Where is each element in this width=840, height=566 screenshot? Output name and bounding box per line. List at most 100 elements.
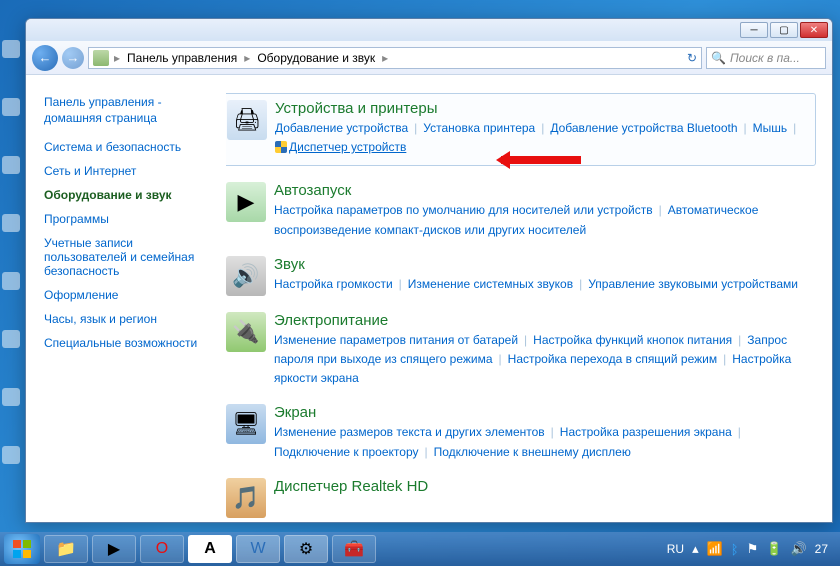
taskbar: 📁 ▶ O A W ⚙ 🧰 RU ▴ 📶 ᛒ ⚑ 🔋 🔊 27	[0, 532, 840, 566]
category-link[interactable]: Настройка перехода в спящий режим	[508, 352, 717, 366]
category: 🖥 Экран Изменение размеров текста и других…	[226, 404, 816, 461]
chevron-right-icon: ▸	[379, 51, 391, 65]
chevron-up-icon[interactable]: ▴	[692, 541, 699, 557]
category: ▶ Автозапуск Настройка параметров по умолч…	[226, 182, 816, 239]
battery-icon[interactable]: 🔋	[766, 541, 782, 557]
taskbar-mediaplayer[interactable]: ▶	[92, 535, 136, 563]
desktop-icon[interactable]	[2, 214, 20, 232]
category-link[interactable]: Управление звуковыми устройствами	[588, 277, 798, 291]
sidebar-item[interactable]: Система и безопасность	[44, 140, 216, 154]
category-link[interactable]: Настройка параметров по умолчанию для но…	[274, 203, 653, 217]
category-link[interactable]: Добавление устройства	[275, 121, 408, 135]
category-icon: 🖥	[226, 404, 266, 444]
lang-indicator[interactable]: RU	[667, 542, 684, 556]
taskbar-opera[interactable]: O	[140, 535, 184, 563]
sidebar-item[interactable]: Часы, язык и регион	[44, 312, 216, 326]
desktop-icon[interactable]	[2, 156, 20, 174]
category: 🔊ЗвукНастройка громкости|Изменение систе…	[226, 256, 816, 296]
category-links: Настройка параметров по умолчанию для но…	[274, 201, 816, 239]
tray-clock[interactable]: 27	[815, 542, 828, 556]
window-body: Панель управления - домашняя страница Си…	[26, 75, 832, 522]
taskbar-control-panel[interactable]: ⚙	[284, 535, 328, 563]
separator: |	[717, 352, 732, 366]
forward-button[interactable]: →	[62, 47, 84, 69]
close-button[interactable]: ✕	[800, 22, 828, 38]
separator: |	[393, 277, 408, 291]
sidebar: Панель управления - домашняя страница Си…	[26, 75, 226, 522]
category-title[interactable]: Автозапуск	[274, 182, 816, 199]
category-title[interactable]: Диспетчер Realtek HD	[274, 478, 816, 495]
category-links: Изменение размеров текста и других элеме…	[274, 423, 816, 461]
category-links: Изменение параметров питания от батарей|…	[274, 331, 816, 389]
category-title[interactable]: Электропитание	[274, 312, 816, 329]
category-link[interactable]: Изменение размеров текста и других элеме…	[274, 425, 545, 439]
sidebar-item[interactable]: Программы	[44, 212, 216, 226]
desktop-icon[interactable]	[2, 446, 20, 464]
category-link[interactable]: Настройка функций кнопок питания	[533, 333, 732, 347]
desktop-icon[interactable]	[2, 98, 20, 116]
breadcrumb-current[interactable]: Оборудование и звук	[255, 51, 377, 65]
annotation-arrow	[501, 156, 581, 164]
sidebar-item[interactable]: Учетные записи пользователей и семейная …	[44, 236, 216, 278]
chevron-right-icon: ▸	[111, 51, 123, 65]
refresh-icon[interactable]: ↻	[687, 51, 697, 65]
search-placeholder: Поиск в па...	[730, 51, 800, 65]
start-button[interactable]	[4, 534, 40, 564]
taskbar-toolbox[interactable]: 🧰	[332, 535, 376, 563]
search-input[interactable]: 🔍 Поиск в па...	[706, 47, 826, 69]
category-link[interactable]: Настройка громкости	[274, 277, 393, 291]
category-link[interactable]: Настройка разрешения экрана	[560, 425, 732, 439]
desktop-icon[interactable]	[2, 40, 20, 58]
category-icon: ▶	[226, 182, 266, 222]
category-link[interactable]: Подключение к внешнему дисплею	[434, 445, 631, 459]
category-link[interactable]: Добавление устройства Bluetooth	[550, 121, 737, 135]
category: 🔌 Электропитание Изменение параметров пита…	[226, 312, 816, 389]
category-links: Добавление устройства|Установка принтера…	[275, 119, 807, 157]
separator: |	[419, 445, 434, 459]
volume-icon[interactable]: 🔊	[790, 541, 806, 557]
separator: |	[787, 121, 802, 135]
category-link[interactable]: Изменение системных звуков	[408, 277, 573, 291]
breadcrumb-root[interactable]: Панель управления	[125, 51, 239, 65]
separator: |	[518, 333, 533, 347]
separator: |	[493, 352, 508, 366]
shield-icon	[275, 141, 287, 153]
separator: |	[573, 277, 588, 291]
category-title[interactable]: Звук	[274, 256, 816, 273]
taskbar-word[interactable]: W	[236, 535, 280, 563]
sidebar-home[interactable]: Панель управления - домашняя страница	[44, 95, 216, 126]
category-title[interactable]: Экран	[274, 404, 816, 421]
category-links: Настройка громкости|Изменение системных …	[274, 275, 816, 294]
taskbar-explorer[interactable]: 📁	[44, 535, 88, 563]
separator: |	[738, 121, 753, 135]
desktop-icon[interactable]	[2, 388, 20, 406]
back-button[interactable]: ←	[32, 45, 58, 71]
breadcrumb[interactable]: ▸ Панель управления ▸ Оборудование и зву…	[88, 47, 702, 69]
titlebar: ─ ▢ ✕	[26, 19, 832, 41]
category-icon: 🔌	[226, 312, 266, 352]
separator: |	[732, 425, 747, 439]
category-link[interactable]: Подключение к проектору	[274, 445, 419, 459]
taskbar-app[interactable]: A	[188, 535, 232, 563]
sidebar-item[interactable]: Оборудование и звук	[44, 188, 216, 202]
maximize-button[interactable]: ▢	[770, 22, 798, 38]
bluetooth-icon[interactable]: ᛒ	[731, 542, 739, 557]
system-tray: RU ▴ 📶 ᛒ ⚑ 🔋 🔊 27	[667, 541, 836, 557]
network-icon[interactable]: 📶	[707, 541, 723, 557]
minimize-button[interactable]: ─	[740, 22, 768, 38]
category-link[interactable]: Изменение параметров питания от батарей	[274, 333, 518, 347]
category-link[interactable]: Диспетчер устройств	[289, 140, 406, 154]
category-link[interactable]: Установка принтера	[423, 121, 535, 135]
category: 🎵Диспетчер Realtek HD	[226, 478, 816, 518]
sidebar-item[interactable]: Сеть и Интернет	[44, 164, 216, 178]
sidebar-item[interactable]: Специальные возможности	[44, 336, 216, 350]
sidebar-item[interactable]: Оформление	[44, 288, 216, 302]
category-icon: 🖨	[227, 100, 267, 140]
category-title[interactable]: Устройства и принтеры	[275, 100, 807, 117]
category-icon: 🔊	[226, 256, 266, 296]
desktop-icon[interactable]	[2, 272, 20, 290]
desktop-icon[interactable]	[2, 330, 20, 348]
category-link[interactable]: Мышь	[753, 121, 788, 135]
flag-icon[interactable]: ⚑	[747, 541, 759, 557]
separator: |	[535, 121, 550, 135]
